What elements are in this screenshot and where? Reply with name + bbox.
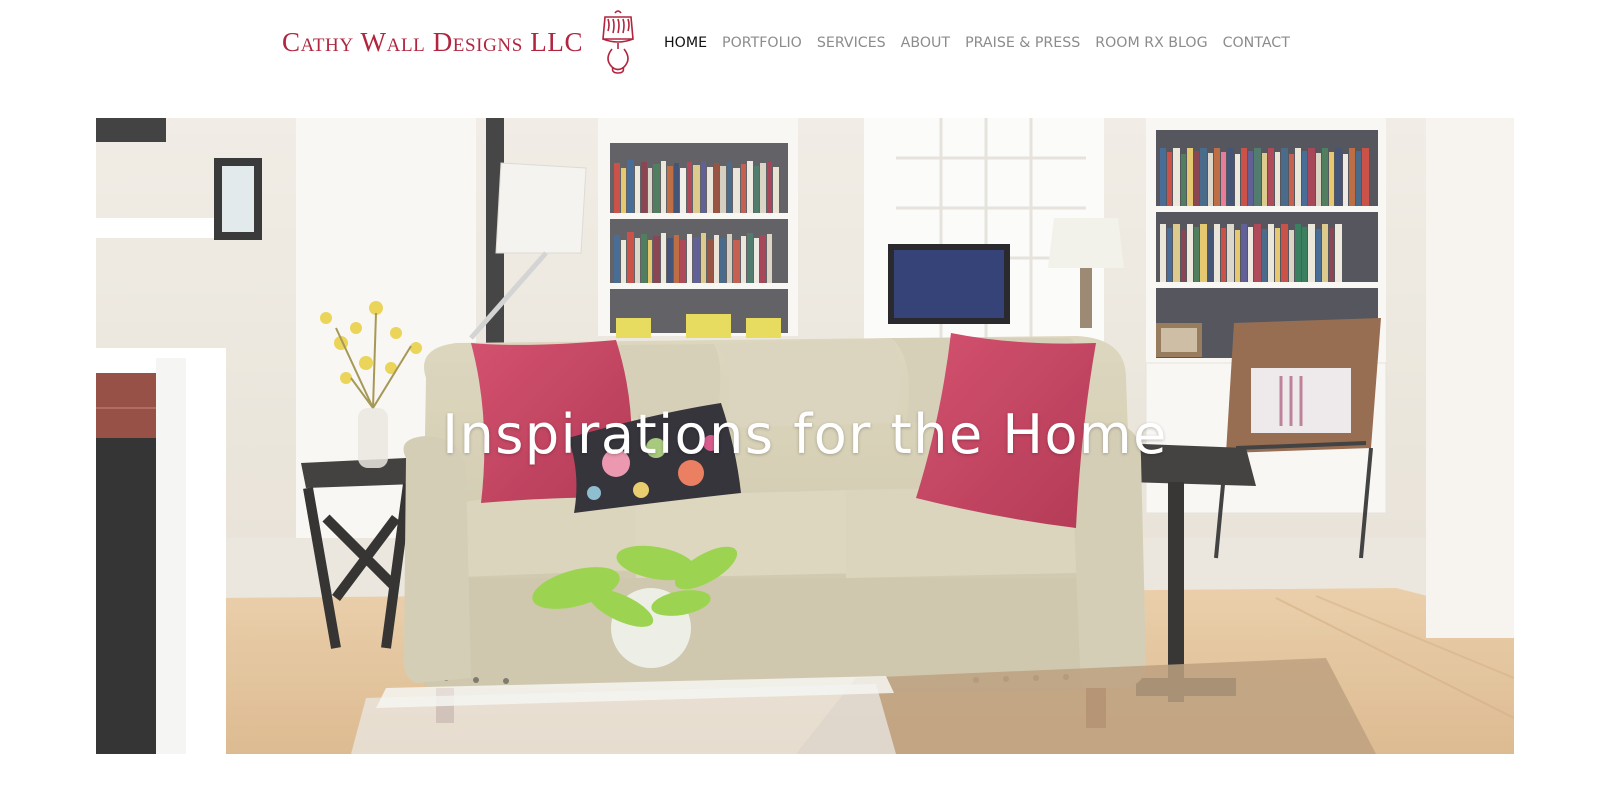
lampshade-logo-icon — [602, 10, 634, 74]
site-header: Cathy Wall Designs LLC Home Portfolio Se… — [0, 0, 1600, 100]
nav-portfolio[interactable]: Portfolio — [722, 30, 802, 56]
nav-room-rx-blog[interactable]: Room Rx Blog — [1095, 30, 1207, 56]
nav-contact[interactable]: Contact — [1223, 30, 1290, 56]
hero-banner: Inspirations for the Home — [96, 118, 1514, 754]
nav-home[interactable]: Home — [664, 30, 707, 56]
nav-about[interactable]: About — [901, 30, 950, 56]
main-nav: Home Portfolio Services About Praise & P… — [664, 30, 1305, 56]
nav-praise-press[interactable]: Praise & Press — [965, 30, 1080, 56]
nav-services[interactable]: Services — [817, 30, 886, 56]
hero-title: Inspirations for the Home — [442, 403, 1168, 466]
logo-text: Cathy Wall Designs LLC — [282, 26, 584, 57]
site-logo[interactable]: Cathy Wall Designs LLC — [282, 6, 637, 78]
